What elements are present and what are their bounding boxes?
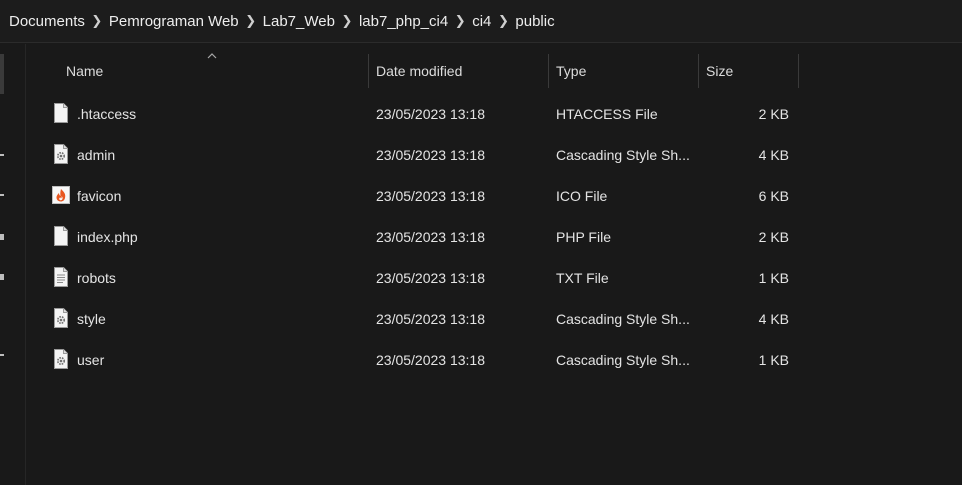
file-date-modified: 23/05/2023 13:18 (376, 146, 485, 163)
breadcrumb-ci4[interactable]: ci4 (472, 13, 491, 30)
file-size: 4 KB (758, 146, 789, 163)
file-date-modified: 23/05/2023 13:18 (376, 310, 485, 327)
chevron-right-icon[interactable]: ❯ (335, 13, 359, 29)
codeigniter-flame-icon (52, 186, 70, 204)
column-header-type[interactable]: Type (556, 54, 696, 88)
column-header-name-label: Name (66, 63, 104, 79)
breadcrumb-pemrograman-web[interactable]: Pemrograman Web (109, 13, 239, 30)
file-size: 2 KB (758, 228, 789, 245)
nav-item-marker[interactable] (0, 274, 4, 280)
file-row[interactable]: robots 23/05/2023 13:18 TXT File 1 KB (42, 257, 800, 298)
file-size: 2 KB (758, 105, 789, 122)
file-name: .htaccess (77, 105, 137, 122)
text-file-icon (54, 267, 68, 287)
navigation-pane[interactable] (0, 44, 26, 485)
file-type: Cascading Style Sh... (556, 351, 690, 368)
file-name: admin (77, 146, 116, 163)
nav-item-marker[interactable] (0, 154, 4, 156)
column-divider[interactable] (368, 54, 369, 88)
nav-scrollbar[interactable] (0, 54, 4, 94)
column-header-size-label: Size (706, 63, 734, 79)
breadcrumb-public[interactable]: public (515, 13, 554, 30)
file-date-modified: 23/05/2023 13:18 (376, 105, 485, 122)
file-size: 4 KB (758, 310, 789, 327)
file-name: robots (77, 269, 116, 286)
file-row[interactable]: .htaccess 23/05/2023 13:18 HTACCESS File… (42, 93, 800, 134)
file-explorer-window: Documents ❯ Pemrograman Web ❯ Lab7_Web ❯… (0, 0, 962, 485)
chevron-right-icon[interactable]: ❯ (491, 13, 515, 29)
nav-item-marker[interactable] (0, 354, 4, 356)
column-header-size[interactable]: Size (706, 54, 796, 88)
chevron-right-icon[interactable]: ❯ (239, 13, 263, 29)
column-divider[interactable] (548, 54, 549, 88)
blank-file-icon (54, 226, 68, 246)
breadcrumb: Documents ❯ Pemrograman Web ❯ Lab7_Web ❯… (0, 0, 962, 43)
file-size: 1 KB (758, 269, 789, 286)
chevron-right-icon[interactable]: ❯ (85, 13, 109, 29)
column-header-date-label: Date modified (376, 63, 463, 79)
nav-item-marker[interactable] (0, 194, 4, 196)
file-date-modified: 23/05/2023 13:18 (376, 351, 485, 368)
file-type: PHP File (556, 228, 611, 245)
file-name: index.php (77, 228, 138, 245)
file-row[interactable]: favicon 23/05/2023 13:18 ICO File 6 KB (42, 175, 800, 216)
css-file-icon (54, 349, 68, 369)
css-file-icon (54, 308, 68, 328)
file-row[interactable]: admin 23/05/2023 13:18 Cascading Style S… (42, 134, 800, 175)
file-name: user (77, 351, 105, 368)
file-name: favicon (77, 187, 122, 204)
column-header-type-label: Type (556, 63, 587, 79)
file-type: ICO File (556, 187, 608, 204)
column-divider[interactable] (798, 54, 799, 88)
file-date-modified: 23/05/2023 13:18 (376, 187, 485, 204)
breadcrumb-lab7-php-ci4[interactable]: lab7_php_ci4 (359, 13, 448, 30)
file-size: 6 KB (758, 187, 789, 204)
css-file-icon (54, 144, 68, 164)
chevron-right-icon[interactable]: ❯ (448, 13, 472, 29)
breadcrumb-lab7-web[interactable]: Lab7_Web (263, 13, 335, 30)
column-divider[interactable] (698, 54, 699, 88)
file-date-modified: 23/05/2023 13:18 (376, 228, 485, 245)
file-name: style (77, 310, 106, 327)
file-type: HTACCESS File (556, 105, 658, 122)
file-type: TXT File (556, 269, 609, 286)
file-row[interactable]: index.php 23/05/2023 13:18 PHP File 2 KB (42, 216, 800, 257)
column-header-date-modified[interactable]: Date modified (376, 54, 546, 88)
column-header-name[interactable]: Name (66, 54, 366, 88)
blank-file-icon (54, 103, 68, 123)
file-size: 1 KB (758, 351, 789, 368)
nav-item-marker[interactable] (0, 234, 4, 240)
file-type: Cascading Style Sh... (556, 146, 690, 163)
file-row[interactable]: style 23/05/2023 13:18 Cascading Style S… (42, 298, 800, 339)
breadcrumb-documents[interactable]: Documents (9, 13, 85, 30)
file-row[interactable]: user 23/05/2023 13:18 Cascading Style Sh… (42, 339, 800, 380)
file-type: Cascading Style Sh... (556, 310, 690, 327)
file-date-modified: 23/05/2023 13:18 (376, 269, 485, 286)
